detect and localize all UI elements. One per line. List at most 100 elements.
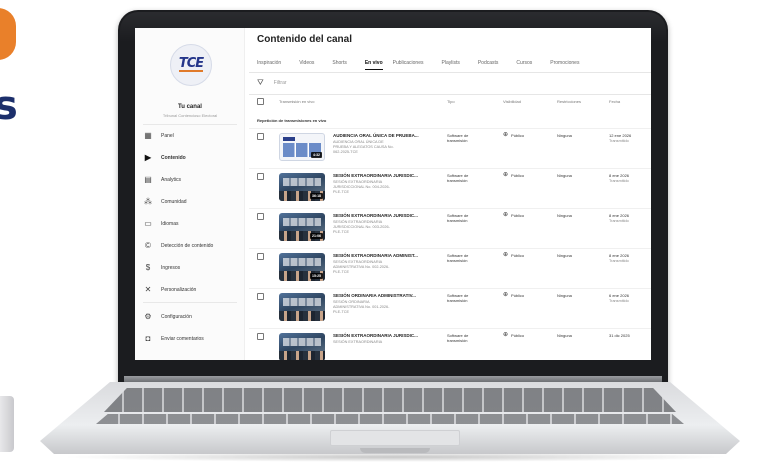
table-row[interactable]: SESIÓN ORDINARIA ADMINISTRATIV... SESIÓN… — [249, 288, 651, 328]
column-header-stream[interactable]: Transmisión en vivo — [279, 99, 314, 104]
row-checkbox[interactable] — [257, 253, 264, 260]
select-all-checkbox[interactable] — [257, 98, 264, 105]
date-note: Transmitido — [609, 179, 629, 183]
date-value: 31 dic 2025 — [609, 333, 630, 338]
column-header-date[interactable]: Fecha — [609, 99, 620, 104]
tab-en-vivo[interactable]: En vivo — [364, 60, 383, 70]
tab-videos[interactable]: Videos — [299, 60, 322, 70]
sidebar-item-panel[interactable]: ▦ Panel — [143, 129, 243, 143]
sidebar-item-configuracion[interactable]: ⚙ Configuración — [143, 310, 243, 324]
video-title[interactable]: SESIÓN EXTRAORDINARIA JURISDIC... — [333, 173, 418, 178]
tab-inspiracion[interactable]: Inspiración — [257, 60, 289, 70]
sidebar-item-idiomas[interactable]: ▭ Idiomas — [143, 217, 243, 231]
column-header-restrictions[interactable]: Restricciones — [557, 99, 581, 104]
grey-edge-fragment — [0, 396, 14, 452]
sidebar-item-contenido[interactable]: ▶ Contenido — [143, 151, 243, 165]
subtitles-icon: ▭ — [144, 219, 152, 228]
video-thumbnail[interactable] — [279, 293, 325, 321]
duration-badge: 36:18 — [310, 193, 323, 199]
globe-icon: ⊕ — [503, 292, 509, 298]
sidebar-item-label: Configuración — [161, 314, 192, 320]
filter-input[interactable]: Filtrar — [274, 80, 287, 86]
video-thumbnail[interactable]: 15:25 — [279, 253, 325, 281]
tce-logo-icon: TCE — [178, 56, 204, 72]
video-title[interactable]: AUDIENCIA ORAL ÚNICA DE PRUEBA... — [333, 133, 419, 138]
sidebar-item-label: Personalización — [161, 287, 197, 293]
sidebar-item-analytics[interactable]: ▤ Analytics — [143, 173, 243, 187]
sidebar-item-comunidad[interactable]: ⁂ Comunidad — [143, 195, 243, 209]
sidebar-item-label: Contenido — [161, 155, 186, 161]
sidebar-item-label: Idiomas — [161, 221, 179, 227]
video-description: SESIÓN EXTRAORDINARIA ADMINISTRATIVA No.… — [333, 260, 390, 274]
date-note: Transmitido — [609, 219, 629, 223]
page-title: Contenido del canal — [257, 34, 353, 45]
tab-publicaciones[interactable]: Publicaciones — [393, 60, 432, 70]
filter-divider — [249, 94, 651, 95]
sidebar-item-ingresos[interactable]: $ Ingresos — [143, 261, 243, 275]
globe-icon: ⊕ — [503, 332, 509, 338]
video-thumbnail[interactable] — [279, 333, 325, 360]
channel-name: Tu canal — [178, 104, 202, 110]
column-header-visibility[interactable]: Visibilidad — [503, 99, 521, 104]
sidebar-divider — [143, 302, 237, 303]
column-header-type[interactable]: Tipo — [447, 99, 455, 104]
sidebar-item-label: Detección de contenido — [161, 243, 214, 249]
dashboard-icon: ▦ — [144, 131, 152, 140]
channel-avatar[interactable]: TCE — [170, 44, 212, 86]
row-checkbox[interactable] — [257, 293, 264, 300]
globe-icon: ⊕ — [503, 252, 509, 258]
table-row[interactable]: 4:32 AUDIENCIA ORAL ÚNICA DE PRUEBA... A… — [249, 128, 651, 168]
row-checkbox[interactable] — [257, 213, 264, 220]
visibility-dropdown[interactable]: ⊕ Público — [503, 212, 524, 218]
tab-podcasts[interactable]: Podcasts — [478, 60, 507, 70]
filter-icon[interactable]: ⛛ — [257, 79, 264, 87]
visibility-label: Público — [511, 132, 525, 138]
dollar-icon: $ — [145, 263, 151, 272]
laptop-trackpad — [330, 430, 460, 446]
main-content: Contenido del canal Inspiración Videos S… — [249, 28, 651, 360]
table-row[interactable]: 21:06 SESIÓN EXTRAORDINARIA JURISDIC... … — [249, 208, 651, 248]
visibility-label: Público — [511, 292, 525, 298]
visibility-dropdown[interactable]: ⊕ Público — [503, 132, 524, 138]
date-value: 6 ene 2026 — [609, 293, 630, 298]
restrictions-value: Ninguna — [557, 173, 572, 178]
tab-playlists[interactable]: Playlists — [442, 60, 468, 70]
visibility-dropdown[interactable]: ⊕ Público — [503, 172, 524, 178]
sidebar-item-enviar-comentarios[interactable]: ◘ Enviar comentarios — [143, 332, 243, 346]
video-title[interactable]: SESIÓN EXTRAORDINARIA JURISDIC... — [333, 333, 418, 338]
video-title[interactable]: SESIÓN EXTRAORDINARIA ADMINIST... — [333, 253, 418, 258]
filter-bar[interactable]: ⛛ Filtrar — [257, 79, 287, 87]
video-description: AUDIENCIA ORAL ÚNICA DE PRUEBA Y ALEGATO… — [333, 140, 394, 154]
sidebar-item-personalizacion[interactable]: ✕ Personalización — [143, 283, 243, 297]
tabs-divider — [249, 72, 651, 73]
visibility-dropdown[interactable]: ⊕ Público — [503, 332, 524, 338]
tab-promociones[interactable]: Promociones — [550, 60, 587, 70]
table-row[interactable]: 15:25 SESIÓN EXTRAORDINARIA ADMINIST... … — [249, 248, 651, 288]
sidebar-item-deteccion[interactable]: © Detección de contenido — [143, 239, 243, 253]
video-thumbnail[interactable]: 4:32 — [279, 133, 325, 161]
video-thumbnail[interactable]: 21:06 — [279, 213, 325, 241]
visibility-label: Público — [511, 212, 525, 218]
video-thumbnail[interactable]: 36:18 — [279, 173, 325, 201]
content-tabs: Inspiración Videos Shorts En vivo Public… — [257, 60, 597, 70]
date-value: 8 ene 2026 — [609, 173, 630, 178]
row-checkbox[interactable] — [257, 133, 264, 140]
sidebar-item-label: Comunidad — [161, 199, 187, 205]
restrictions-value: Ninguna — [557, 213, 572, 218]
table-row[interactable]: SESIÓN EXTRAORDINARIA JURISDIC... SESIÓN… — [249, 328, 651, 360]
row-checkbox[interactable] — [257, 333, 264, 340]
visibility-dropdown[interactable]: ⊕ Público — [503, 252, 524, 258]
video-description: SESIÓN EXTRAORDINARIA JURISDICCIONAL No.… — [333, 180, 390, 194]
video-title[interactable]: SESIÓN ORDINARIA ADMINISTRATIV... — [333, 293, 416, 298]
tab-cursos[interactable]: Cursos — [516, 60, 540, 70]
video-type: Software de transmisión — [447, 213, 469, 223]
restrictions-value: Ninguna — [557, 293, 572, 298]
visibility-dropdown[interactable]: ⊕ Público — [503, 292, 524, 298]
video-title[interactable]: SESIÓN EXTRAORDINARIA JURISDIC... — [333, 213, 418, 218]
table-row[interactable]: 36:18 SESIÓN EXTRAORDINARIA JURISDIC... … — [249, 168, 651, 208]
tab-shorts[interactable]: Shorts — [332, 60, 354, 70]
section-label: Repetición de transmisiones en vivo — [257, 118, 327, 123]
visibility-label: Público — [511, 252, 525, 258]
row-checkbox[interactable] — [257, 173, 264, 180]
globe-icon: ⊕ — [503, 212, 509, 218]
